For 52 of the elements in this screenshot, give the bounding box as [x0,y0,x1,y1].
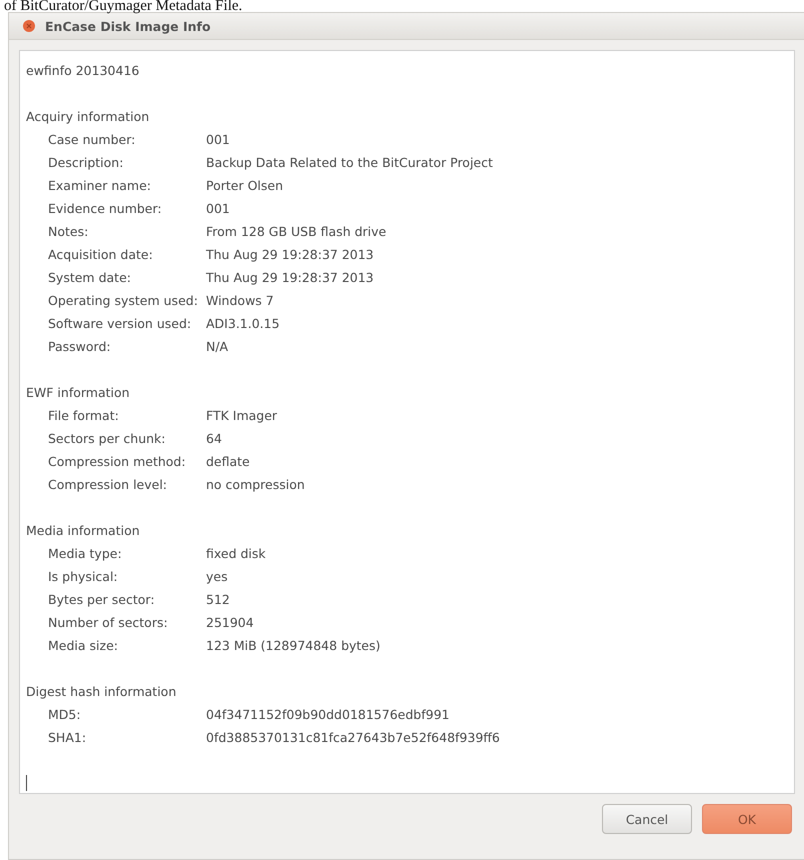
field-label: SHA1: [48,729,88,747]
field-label: Acquisition date: [48,246,154,264]
text-cursor [26,775,27,791]
field-value: 512 [206,591,231,609]
field-value: Windows 7 [206,292,275,310]
field-value: deflate [206,453,251,471]
field-label: Examiner name: [48,177,152,195]
section-heading: Media information [26,522,141,540]
close-icon[interactable] [23,20,35,32]
section-heading: Acquiry information [26,108,150,126]
field-label: Is physical: [48,568,119,586]
field-value: Thu Aug 29 19:28:37 2013 [206,269,375,287]
report-header: ewfinfo 20130416 [26,62,140,80]
field-label: Compression method: [48,453,187,471]
field-value: N/A [206,338,230,356]
field-value: FTK Imager [206,407,278,425]
field-value: yes [206,568,229,586]
field-label: Media size: [48,637,119,655]
field-value: Thu Aug 29 19:28:37 2013 [206,246,375,264]
report-text-area[interactable] [19,50,795,794]
field-value: 001 [206,200,231,218]
field-value: 001 [206,131,231,149]
field-value: 0fd3885370131c81fca27643b7e52f648f939ff6 [206,729,501,747]
field-value: 64 [206,430,223,448]
field-label: Sectors per chunk: [48,430,166,448]
field-label: Bytes per sector: [48,591,156,609]
field-label: Description: [48,154,124,172]
field-label: System date: [48,269,132,287]
field-value: ADI3.1.0.15 [206,315,281,333]
field-label: Case number: [48,131,136,149]
field-label: Media type: [48,545,123,563]
field-value: 251904 [206,614,255,632]
field-value: 04f3471152f09b90dd0181576edbf991 [206,706,450,724]
section-heading: Digest hash information [26,683,178,701]
field-label: Password: [48,338,112,356]
field-label: File format: [48,407,120,425]
field-value: 123 MiB (128974848 bytes) [206,637,382,655]
section-heading: EWF information [26,384,131,402]
field-label: MD5: [48,706,82,724]
field-label: Notes: [48,223,90,241]
window-title: EnCase Disk Image Info [45,18,211,34]
field-label: Evidence number: [48,200,163,218]
field-label: Software version used: [48,315,192,333]
field-value: Porter Olsen [206,177,284,195]
field-label: Compression level: [48,476,168,494]
field-value: Backup Data Related to the BitCurator Project [206,154,494,172]
field-label: Operating system used: [48,292,199,310]
field-value: From 128 GB USB flash drive [206,223,388,241]
cancel-button[interactable]: Cancel [602,804,692,834]
field-value: no compression [206,476,306,494]
field-value: fixed disk [206,545,267,563]
field-label: Number of sectors: [48,614,169,632]
